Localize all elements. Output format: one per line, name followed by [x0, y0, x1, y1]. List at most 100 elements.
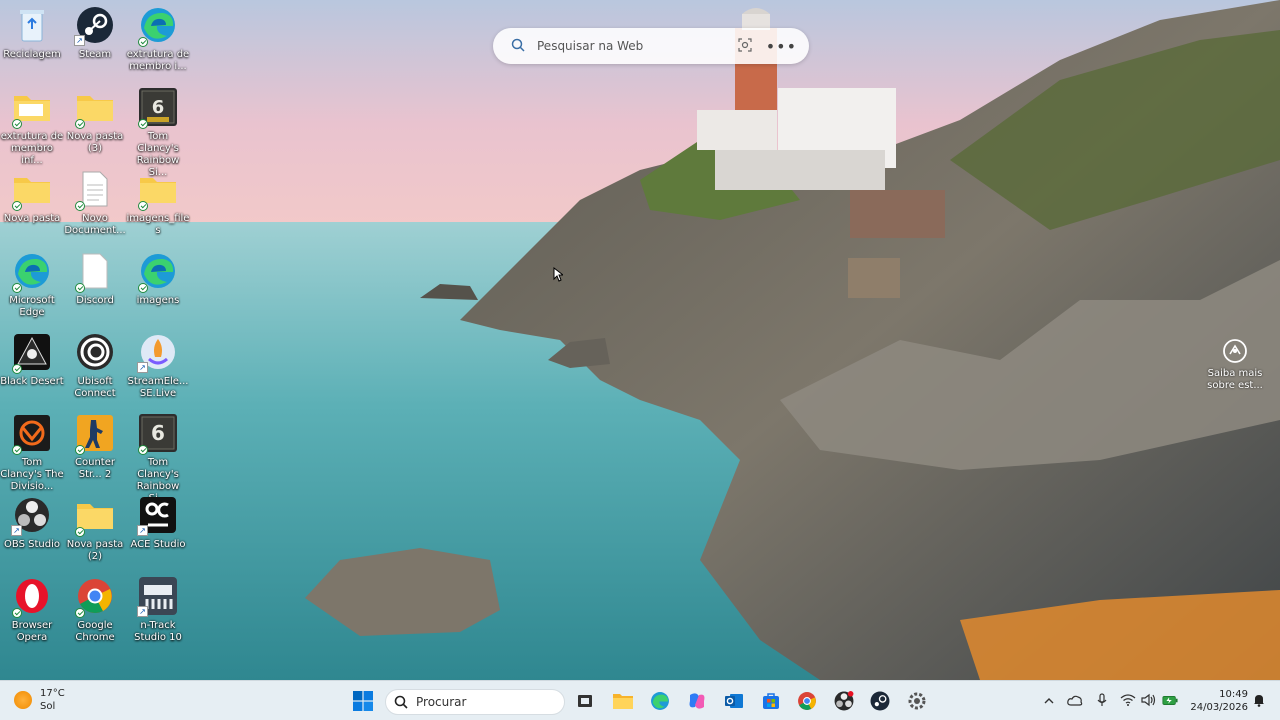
network-tray[interactable] [1120, 692, 1136, 708]
desktop-icon-label: imagens_files [126, 213, 190, 236]
rainbow-six-icon: 6 [137, 412, 179, 455]
desktop-icon-counter-strike[interactable]: Counter Str... 2 [63, 412, 127, 481]
bell-icon [1254, 695, 1264, 707]
desktop-icon-label: Steam [78, 49, 112, 60]
sync-status-icon [12, 445, 22, 455]
steam-taskbar-button[interactable] [866, 687, 894, 715]
desktop-icon-extrutura-edge[interactable]: extrutura de membro i... [126, 4, 190, 73]
battery-charging-icon [1162, 695, 1178, 705]
desktop-icon-label: Novo Document... [64, 213, 126, 236]
weather-temperature: 17°C [40, 688, 65, 699]
learn-more-label: Saiba mais sobre est... [1207, 368, 1263, 391]
desktop-icon-rainbow-six-2[interactable]: 6 Tom Clancy's Rainbow Si... [126, 412, 190, 505]
desktop-icon-label: Discord [76, 295, 114, 306]
weather-widget[interactable]: 17°C Sol [14, 687, 65, 713]
desktop-icon-the-division[interactable]: Tom Clancy's The Divisio... [0, 412, 64, 493]
desktop-icon-imagens[interactable]: imagens [126, 250, 190, 307]
volume-tray[interactable] [1141, 692, 1157, 708]
desktop-icon-label: Nova pasta (3) [66, 131, 124, 154]
windows-logo-icon [353, 691, 373, 711]
edge-icon [137, 250, 179, 293]
desktop-icon-ubisoft-connect[interactable]: Ubisoft Connect [63, 331, 127, 400]
visual-search-icon[interactable] [738, 37, 752, 56]
desktop-wallpaper [0, 0, 1280, 680]
desktop-icon-label: extrutura de membro i... [126, 49, 190, 72]
start-button[interactable] [349, 687, 377, 715]
desktop-icon-label: Ubisoft Connect [74, 376, 116, 399]
document-icon [74, 168, 116, 211]
desktop-icon-n-track-studio[interactable]: ↗ n-Track Studio 10 [126, 575, 190, 644]
desktop-icon-discord[interactable]: Discord [63, 250, 127, 307]
shortcut-arrow-icon: ↗ [137, 606, 148, 617]
task-view-icon [578, 695, 592, 707]
sync-status-icon [138, 283, 148, 293]
cloud-icon [1067, 695, 1083, 706]
desktop-icon-label: ACE Studio [130, 539, 186, 550]
desktop-icon-google-chrome[interactable]: Google Chrome [63, 575, 127, 644]
opera-icon [11, 575, 53, 618]
clock-time: 10:49 [1219, 689, 1248, 700]
chrome-icon [74, 575, 116, 618]
desktop-icon-recycle-bin[interactable]: Reciclagem [0, 4, 64, 61]
search-icon [511, 37, 525, 56]
sync-status-icon [75, 201, 85, 211]
desktop-icon-imagens-files[interactable]: imagens_files [126, 168, 190, 237]
desktop-icon-ace-studio[interactable]: ↗ ACE Studio [126, 494, 190, 551]
chevron-up-icon [1044, 697, 1054, 703]
desktop-icon-extrutura-folder[interactable]: extrutura de membro inf... [0, 86, 64, 167]
streamelements-icon: ↗ [137, 331, 179, 373]
desktop-icon-nova-pasta[interactable]: Nova pasta [0, 168, 64, 225]
web-search-bar[interactable]: Pesquisar na Web ••• [493, 28, 809, 64]
battery-tray[interactable] [1162, 692, 1178, 708]
edge-icon [11, 250, 53, 293]
desktop-icon-black-desert[interactable]: Black Desert [0, 331, 64, 388]
more-options-icon[interactable]: ••• [766, 37, 797, 56]
desktop-icon-label: Counter Str... 2 [75, 457, 115, 480]
steam-icon [870, 691, 890, 711]
folder-icon [74, 86, 116, 129]
sync-status-icon [138, 201, 148, 211]
shortcut-arrow-icon: ↗ [137, 362, 148, 373]
web-search-input[interactable]: Pesquisar na Web [537, 39, 738, 53]
desktop-icon-label: extrutura de membro inf... [0, 131, 64, 166]
outlook-button[interactable] [720, 687, 748, 715]
store-button[interactable] [757, 687, 785, 715]
settings-button[interactable] [903, 687, 931, 715]
task-view-button[interactable] [571, 687, 599, 715]
edge-icon [137, 4, 179, 47]
desktop-icon-novo-documento[interactable]: Novo Document... [63, 168, 127, 237]
desktop-icon-rainbow-six-1[interactable]: 6 Tom Clancy's Rainbow Si... [126, 86, 190, 179]
learn-more-about-picture[interactable]: Saiba mais sobre est... [1204, 338, 1266, 392]
taskbar-search[interactable]: Procurar [385, 689, 565, 715]
desktop-icon-obs-studio[interactable]: ↗ OBS Studio [0, 494, 64, 551]
onedrive-tray[interactable] [1067, 692, 1083, 708]
notifications-button[interactable] [1251, 692, 1267, 708]
shortcut-arrow-icon: ↗ [137, 525, 148, 536]
obs-taskbar-button[interactable] [830, 687, 858, 715]
desktop-icon-nova-pasta-2[interactable]: Nova pasta (2) [63, 494, 127, 563]
recycle-bin-icon [11, 4, 53, 46]
desktop-icon-nova-pasta-3[interactable]: Nova pasta (3) [63, 86, 127, 155]
speaker-icon [1141, 693, 1156, 707]
chrome-icon [798, 692, 816, 710]
n-track-icon: ↗ [137, 575, 179, 617]
desktop-icon-label: Google Chrome [75, 620, 115, 643]
wifi-icon [1120, 694, 1136, 706]
sun-icon [14, 691, 32, 709]
sync-status-icon [12, 119, 22, 129]
edge-taskbar-button[interactable] [646, 687, 674, 715]
chrome-taskbar-button[interactable] [793, 687, 821, 715]
shortcut-arrow-icon: ↗ [74, 35, 85, 46]
microphone-tray[interactable] [1094, 692, 1110, 708]
show-hidden-icons-button[interactable] [1041, 692, 1057, 708]
desktop-icon-microsoft-edge[interactable]: Microsoft Edge [0, 250, 64, 319]
desktop-icon-opera[interactable]: Browser Opera [0, 575, 64, 644]
desktop-icon-steam[interactable]: ↗ Steam [63, 4, 127, 61]
sync-status-icon [12, 201, 22, 211]
file-icon [74, 250, 116, 293]
clock[interactable]: 10:49 24/03/2026 [1188, 688, 1248, 714]
desktop-icon-streamelements[interactable]: ↗ StreamEle... SE.Live [126, 331, 190, 400]
copilot-button[interactable] [683, 687, 711, 715]
desktop-icon-label: Black Desert [0, 376, 64, 387]
file-explorer-button[interactable] [609, 687, 637, 715]
